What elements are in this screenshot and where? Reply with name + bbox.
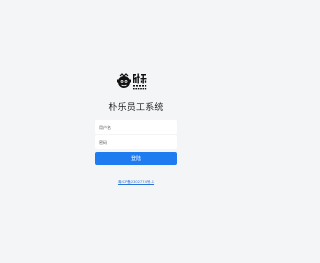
footer: 粤ICP备2302774号-1 <box>0 179 272 185</box>
login-button[interactable]: 登陆 <box>95 152 177 165</box>
page-title: 朴乐员工系统 <box>108 103 164 113</box>
brand-wordmark <box>133 73 147 84</box>
brand-subtext <box>133 85 147 90</box>
username-field[interactable] <box>95 120 177 134</box>
login-page: 朴乐员工系统 登陆 粤ICP备2302774号-1 <box>0 0 272 263</box>
brand-logo <box>117 73 147 90</box>
password-field[interactable] <box>95 135 177 149</box>
icp-link[interactable]: 粤ICP备2302774号-1 <box>118 180 154 184</box>
password-input[interactable] <box>99 135 177 149</box>
mascot-icon <box>117 73 131 88</box>
username-input[interactable] <box>99 120 177 134</box>
